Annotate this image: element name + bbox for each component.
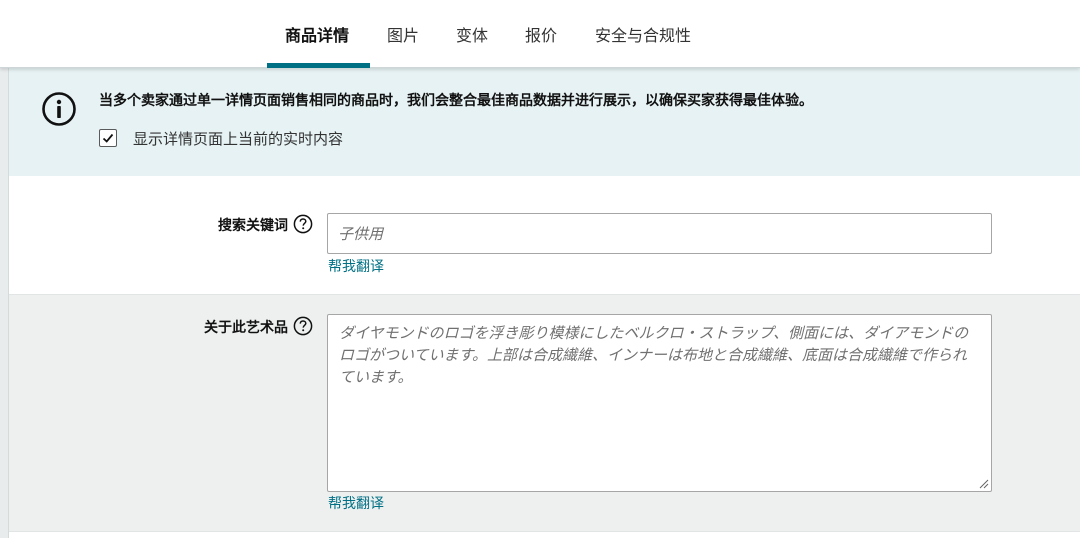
tab-variations[interactable]: 变体 <box>456 22 488 45</box>
info-banner: 当多个卖家通过单一详情页面销售相同的商品时，我们会整合最佳商品数据并进行展示，以… <box>9 68 1080 176</box>
tab-offer[interactable]: 报价 <box>525 22 557 45</box>
tab-bar: 商品详情 图片 变体 报价 安全与合规性 <box>0 0 1080 68</box>
translate-link-keywords[interactable]: 帮我翻译 <box>328 256 384 276</box>
help-icon[interactable] <box>293 316 313 336</box>
search-keywords-label: 搜索关键词 <box>218 218 288 234</box>
about-artwork-textarea-wrapper <box>327 314 992 492</box>
info-icon <box>42 92 76 126</box>
tab-images[interactable]: 图片 <box>387 22 419 45</box>
about-artwork-textarea[interactable] <box>328 315 991 491</box>
search-keywords-input[interactable] <box>327 213 992 254</box>
active-tab-indicator <box>267 63 370 68</box>
search-keywords-section: 搜索关键词 帮我翻译 <box>9 176 1080 294</box>
left-gutter <box>0 68 9 538</box>
page: 商品详情 图片 变体 报价 安全与合规性 当多个卖家通过单一详情页面销售相同的商… <box>0 0 1080 538</box>
about-artwork-label: 关于此艺术品 <box>204 320 288 336</box>
show-live-content-checkbox[interactable] <box>99 129 117 147</box>
translate-link-artwork[interactable]: 帮我翻译 <box>328 493 384 513</box>
banner-message: 当多个卖家通过单一详情页面销售相同的商品时，我们会整合最佳商品数据并进行展示，以… <box>99 93 813 109</box>
checkmark-icon <box>102 133 114 143</box>
tab-safety-compliance[interactable]: 安全与合规性 <box>595 22 691 45</box>
help-icon[interactable] <box>293 214 313 234</box>
tab-product-details[interactable]: 商品详情 <box>285 22 349 45</box>
show-live-content-label[interactable]: 显示详情页面上当前的实时内容 <box>133 128 343 149</box>
about-artwork-section: 关于此艺术品 帮我翻译 <box>9 294 1080 532</box>
resize-grip-icon[interactable] <box>979 479 989 489</box>
